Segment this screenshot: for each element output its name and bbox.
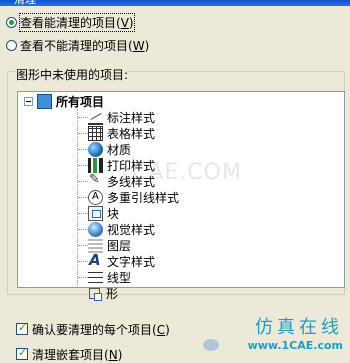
tree-item-label: 多重引线样式 <box>107 190 180 205</box>
wechat-icon <box>203 339 219 351</box>
tree-item-linetype[interactable]: 线型 <box>88 269 131 285</box>
tree-item-visual-style[interactable]: 视觉样式 <box>88 221 155 237</box>
tree-item-label: 标注样式 <box>107 110 156 125</box>
radio-indicator[interactable] <box>6 39 17 51</box>
tree-item-label: 表格样式 <box>107 126 156 141</box>
watermark-text: 1CAE.COM <box>117 160 242 185</box>
group-title: 图形中未使用的项目: <box>16 66 129 83</box>
site-watermark: 仿真在线 www.1CAE.com <box>231 313 343 352</box>
tree-item-label: 材质 <box>107 142 132 157</box>
radio-label: 查看能清理的项目(V) <box>19 12 135 32</box>
material-icon <box>88 141 103 157</box>
tree-item-label: 视觉样式 <box>107 222 156 237</box>
checkbox-confirm-each[interactable]: 确认要清理的每个项目(C) <box>16 321 170 337</box>
multiline-style-icon <box>88 172 103 189</box>
multileader-style-icon <box>88 189 103 205</box>
tree-item-label: 线型 <box>107 270 132 285</box>
tree-item-multileader-style[interactable]: 多重引线样式 <box>88 189 179 205</box>
checkbox-indicator[interactable] <box>16 321 28 335</box>
checkbox-indicator[interactable] <box>16 346 28 360</box>
tree-item-label: 块 <box>107 206 120 221</box>
tree-item-dimension-style[interactable]: 标注样式 <box>88 109 155 125</box>
dimension-style-icon <box>88 110 103 125</box>
radio-label: 查看不能清理的项目(W) <box>20 38 150 53</box>
table-style-icon <box>88 125 103 141</box>
tree-item-label: 文字样式 <box>107 254 156 269</box>
dialog-title: 清理 <box>14 0 36 7</box>
tree-item-table-style[interactable]: 表格样式 <box>88 125 155 141</box>
tree-item-label: 图层 <box>107 238 132 253</box>
collapse-icon[interactable] <box>24 96 33 106</box>
tree-item-material[interactable]: 材质 <box>88 141 131 157</box>
text-style-icon <box>88 251 103 269</box>
tree-item-block[interactable]: 块 <box>88 205 119 221</box>
checkbox-label: 清理嵌套项目(N) <box>32 347 123 362</box>
tree-item-shape[interactable]: 形 <box>87 285 118 301</box>
title-bar: 清理 <box>0 0 350 6</box>
block-icon <box>88 205 103 221</box>
tree-root[interactable]: 所有项目 <box>24 93 104 109</box>
radio-indicator[interactable] <box>6 16 17 28</box>
tree-root-label: 所有项目 <box>56 94 105 109</box>
linetype-icon <box>88 269 103 285</box>
checkbox-nested[interactable]: 清理嵌套项目(N) <box>16 346 122 362</box>
items-tree[interactable]: 所有项目 标注样式 表格样式 材质 打印样式 多线样式 多重引线样式 块 视觉样… <box>17 91 345 288</box>
tree-item-label: 形 <box>106 286 119 301</box>
shape-icon <box>89 287 102 301</box>
visual-style-icon <box>88 221 103 237</box>
brand-url: www.1CAE.com <box>247 339 343 352</box>
brand-cn: 仿真在线 <box>255 317 343 338</box>
plot-style-icon <box>88 157 103 173</box>
tree-item-text-style[interactable]: 文字样式 <box>88 251 156 269</box>
radio-view-nonpurgeable[interactable]: 查看不能清理的项目(W) <box>6 37 149 53</box>
drawing-icon <box>37 93 52 109</box>
radio-view-purgeable[interactable]: 查看能清理的项目(V) <box>6 12 135 32</box>
checkbox-label: 确认要清理的每个项目(C) <box>32 322 170 337</box>
